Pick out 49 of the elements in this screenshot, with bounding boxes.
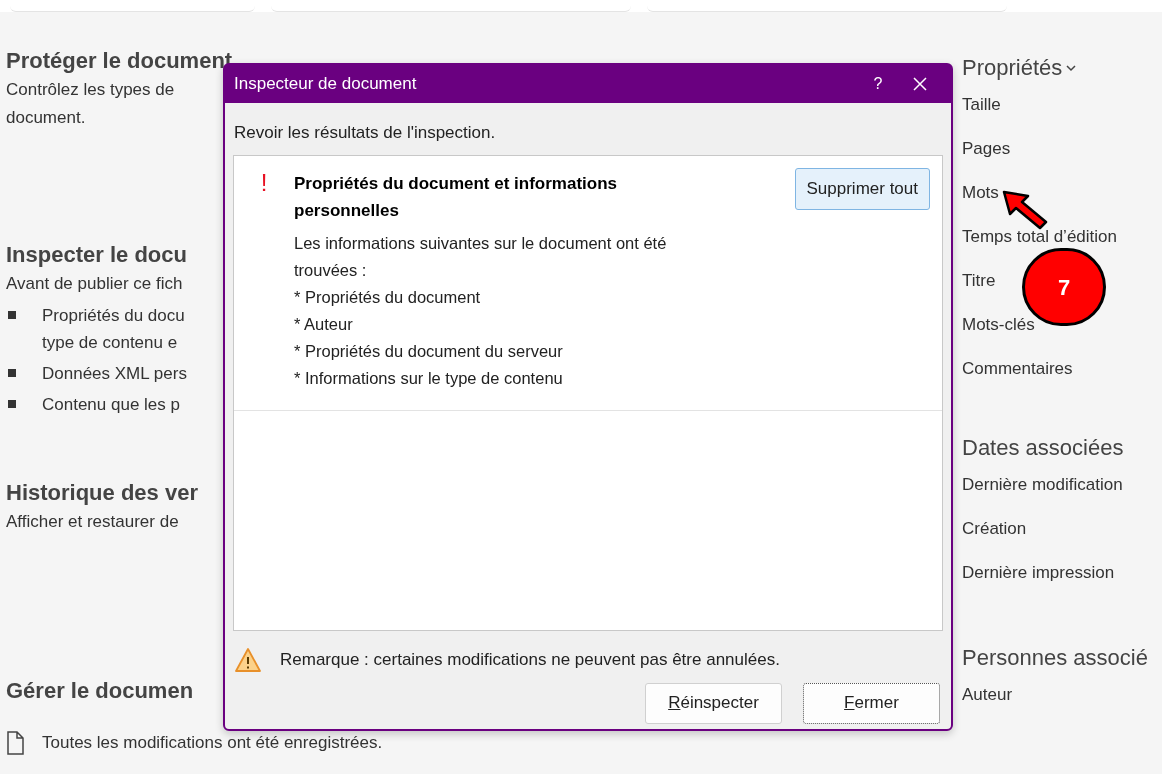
section-heading: Gérer le documen — [6, 677, 194, 705]
close-icon — [913, 77, 927, 91]
property-label: Dernière impression — [962, 562, 1115, 584]
dialog-title: Inspecteur de document — [234, 73, 417, 96]
warning-icon — [234, 646, 262, 673]
section-description: Afficher et restaurer de — [6, 511, 179, 533]
section-heading: Propriétés — [962, 54, 1063, 82]
result-detail: * Informations sur le type de contenu — [294, 367, 564, 389]
bullet-text: type de contenu e — [42, 332, 178, 354]
result-detail: * Propriétés du document — [294, 286, 482, 308]
property-label: Mots — [962, 182, 999, 204]
section-heading: Inspecter le docu — [6, 241, 187, 269]
property-label: Temps total d’édition — [962, 226, 1117, 248]
property-label: Titre — [962, 270, 996, 292]
remove-all-button[interactable]: Supprimer tout — [794, 167, 930, 210]
document-icon — [6, 730, 24, 755]
property-label: Taille — [962, 94, 1001, 116]
section-heading: Dates associées — [962, 434, 1124, 462]
result-detail: Les informations suivantes sur le document ont été trouvées : — [294, 232, 668, 281]
annotation-arrow — [1002, 190, 1048, 230]
section-heading: Historique des ver — [6, 479, 198, 507]
bullet-icon — [8, 311, 16, 319]
section-description: Contrôlez les types de — [6, 79, 175, 101]
dialog-button[interactable]: Fermer — [803, 682, 940, 724]
dialog-intro: Revoir les résultats de l'inspection. — [234, 122, 497, 144]
save-status: Toutes les modifications ont été enregistrées. — [42, 732, 383, 754]
property-label: Dernière modification — [962, 474, 1123, 496]
section-description: document. — [6, 107, 86, 129]
bullet-text: Propriétés du docu — [42, 305, 185, 327]
result-mark: ! — [259, 167, 269, 198]
bullet-icon — [8, 369, 16, 377]
section-heading: Protéger le document — [6, 47, 233, 75]
dialog-button[interactable]: Réinspecter — [645, 682, 782, 724]
property-label: Mots-clés — [962, 314, 1035, 336]
section-description: Avant de publier ce fich — [6, 273, 183, 295]
bullet-text: Données XML pers — [42, 363, 187, 385]
dialog-note: Remarque : certaines modifications ne peuvent pas être annulées. — [280, 648, 780, 671]
result-detail: * Propriétés du document du serveur — [294, 340, 564, 362]
chevron-down-icon[interactable] — [1066, 64, 1077, 72]
section-heading: Personnes associé — [962, 644, 1148, 672]
property-label: Création — [962, 518, 1027, 540]
help-button[interactable]: ? — [858, 72, 898, 96]
result-detail: * Auteur — [294, 313, 354, 335]
bullet-icon — [8, 400, 16, 408]
bullet-text: Contenu que les p — [42, 394, 180, 416]
property-label: Pages — [962, 138, 1011, 160]
result-title: Propriétés du document et informations personnelles — [294, 172, 619, 222]
property-label: Commentaires — [962, 358, 1073, 380]
property-label: Auteur — [962, 684, 1013, 706]
